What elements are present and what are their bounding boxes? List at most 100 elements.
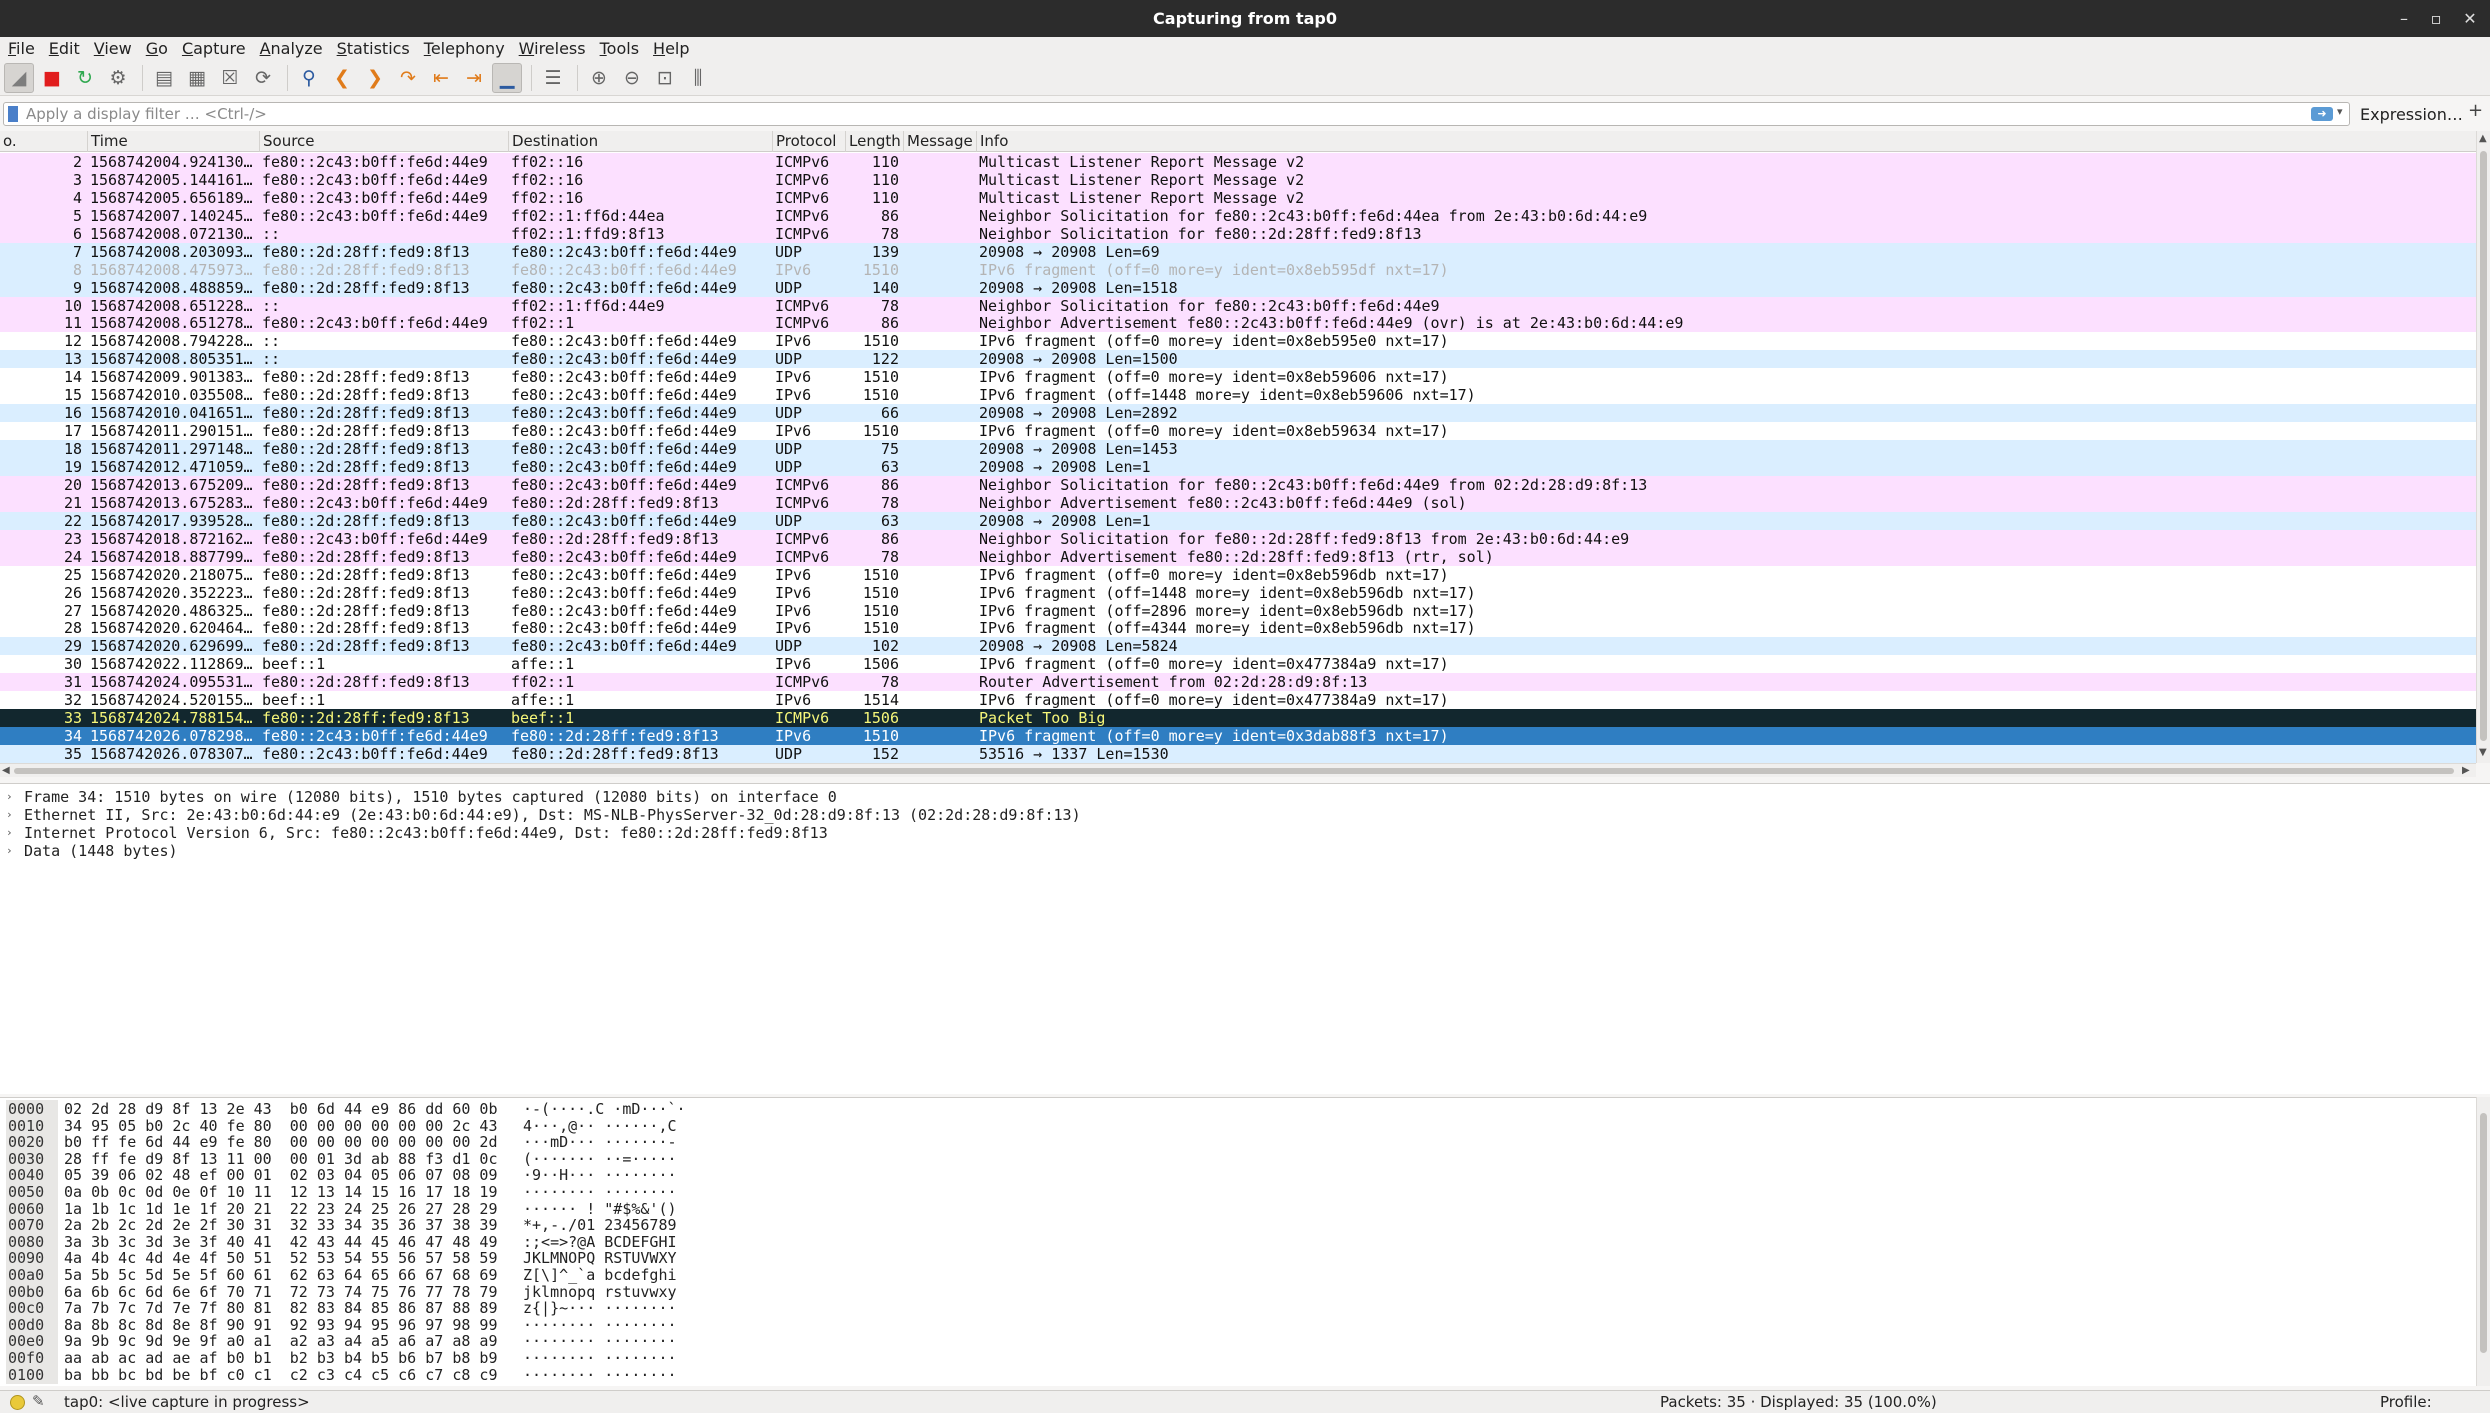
menu-item-edit[interactable]: Edit (49, 39, 80, 58)
menu-item-help[interactable]: Help (653, 39, 689, 58)
packet-list[interactable]: o. Time Source Destination Protocol Leng… (0, 131, 2476, 763)
details-tree-item[interactable]: › Frame 34: 1510 bytes on wire (12080 bit… (0, 788, 2490, 806)
packet-row[interactable]: 14 1568742009.901383… fe80::2d:28ff:fed9:8… (0, 368, 2476, 387)
packet-row[interactable]: 13 1568742008.805351…:: fe80::2c43:b0ff:fe… (0, 350, 2476, 369)
column-header-no[interactable]: o. (0, 131, 88, 152)
packet-list-hscroll-thumb[interactable] (14, 768, 2454, 774)
shark-fin-icon[interactable]: ◢ (4, 62, 34, 93)
packet-details-pane[interactable]: › Frame 34: 1510 bytes on wire (12080 bit… (0, 783, 2490, 1094)
packet-list-horizontal-scrollbar[interactable]: ◀ ▶ (0, 763, 2476, 777)
first-icon[interactable]: ⇤ (426, 63, 456, 93)
normal-size-icon[interactable]: ⊡ (650, 63, 680, 93)
packet-bytes-pane[interactable]: 0000 02 2d 28 d9 8f 13 2e 43 b0 6d 44 e9 … (0, 1097, 2476, 1386)
menu-item-file[interactable]: File (8, 39, 35, 58)
packet-row[interactable]: 26 1568742020.352223… fe80::2d:28ff:fed9:8… (0, 583, 2476, 602)
packet-row[interactable]: 6 1568742008.072130…:: ff02::1:ffd9:8f13 IC… (0, 224, 2476, 243)
stop-icon[interactable]: ■ (37, 63, 67, 93)
packet-row[interactable]: 29 1568742020.629699… fe80::2d:28ff:fed9:8… (0, 637, 2476, 656)
colorize-icon[interactable]: ☰ (538, 63, 568, 93)
packet-row[interactable]: 28 1568742020.620464… fe80::2d:28ff:fed9:8… (0, 619, 2476, 638)
packet-row[interactable]: 8 1568742008.475973… fe80::2d:28ff:fed9:8f… (0, 260, 2476, 279)
packet-row[interactable]: 24 1568742018.887799… fe80::2d:28ff:fed9:8… (0, 547, 2476, 566)
packet-row[interactable]: 32 1568742024.520155… beef::1 affe::1 IPv6 15… (0, 691, 2476, 710)
menu-item-go[interactable]: Go (146, 39, 168, 58)
save-icon[interactable]: ▦ (182, 63, 212, 93)
details-tree-item[interactable]: › Data (1448 bytes) (0, 842, 2490, 860)
forward-icon[interactable]: ❯ (360, 63, 390, 93)
profile-selector[interactable]: Profile: Default (2380, 1391, 2490, 1413)
options-icon[interactable]: ⚙ (103, 63, 133, 93)
packet-list-vertical-scrollbar[interactable]: ▲ ▼ (2476, 131, 2490, 763)
packet-list-scroll-thumb[interactable] (2480, 151, 2487, 741)
filter-bookmark-icon[interactable] (8, 106, 18, 122)
menu-item-telephony[interactable]: Telephony (424, 39, 505, 58)
bytes-pane-scrollbar[interactable] (2476, 1097, 2490, 1386)
menu-item-view[interactable]: View (94, 39, 132, 58)
packet-row[interactable]: 3 1568742005.144161… fe80::2c43:b0ff:fe6d:… (0, 170, 2476, 189)
packet-row[interactable]: 5 1568742007.140245… fe80::2c43:b0ff:fe6d:… (0, 206, 2476, 225)
add-filter-button-plus-icon[interactable]: + (2468, 100, 2483, 121)
find-icon[interactable]: ⚲ (294, 63, 324, 93)
packet-row[interactable]: 4 1568742005.656189… fe80::2c43:b0ff:fe6d:… (0, 188, 2476, 207)
packet-row[interactable]: 30 1568742022.112869… beef::1 affe::1 IPv6 15… (0, 655, 2476, 674)
column-header-info[interactable]: Info (977, 131, 2476, 152)
display-filter-input[interactable] (26, 104, 2296, 124)
expand-arrow-icon[interactable]: › (6, 824, 13, 842)
packet-row[interactable]: 20 1568742013.675209… fe80::2d:28ff:fed9:8… (0, 475, 2476, 494)
packet-row[interactable]: 35 1568742026.078307… fe80::2c43:b0ff:fe6d… (0, 745, 2476, 763)
menu-item-analyze[interactable]: Analyze (260, 39, 323, 58)
close-window-button[interactable]: ✕ (2450, 0, 2490, 37)
packet-row[interactable]: 27 1568742020.486325… fe80::2d:28ff:fed9:8… (0, 601, 2476, 620)
resize-columns-icon[interactable]: ⫼ (683, 63, 713, 93)
packet-row[interactable]: 19 1568742012.471059… fe80::2d:28ff:fed9:8… (0, 457, 2476, 476)
expression-button[interactable]: Expression… (2360, 105, 2463, 124)
reload-icon[interactable]: ⟳ (248, 63, 278, 93)
menu-item-wireless[interactable]: Wireless (519, 39, 586, 58)
back-icon[interactable]: ❮ (327, 63, 357, 93)
expand-arrow-icon[interactable]: › (6, 788, 13, 806)
packet-row[interactable]: 9 1568742008.488859… fe80::2d:28ff:fed9:8f… (0, 278, 2476, 297)
menu-item-statistics[interactable]: Statistics (337, 39, 410, 58)
packet-row[interactable]: 21 1568742013.675283… fe80::2c43:b0ff:fe6d… (0, 493, 2476, 512)
filter-history-chevron-down-icon[interactable]: ▾ (2337, 105, 2343, 118)
packet-row[interactable]: 34 1568742026.078298… fe80::2c43:b0ff:fe6d… (0, 727, 2476, 746)
column-header-protocol[interactable]: Protocol (773, 131, 846, 152)
packet-row[interactable]: 25 1568742020.218075… fe80::2d:28ff:fed9:8… (0, 565, 2476, 584)
details-tree-item[interactable]: › Internet Protocol Version 6, Src: fe80:… (0, 824, 2490, 842)
scroll-up-icon[interactable]: ▲ (2479, 133, 2487, 144)
packet-row[interactable]: 22 1568742017.939528… fe80::2d:28ff:fed9:8… (0, 511, 2476, 530)
packet-row[interactable]: 15 1568742010.035508… fe80::2d:28ff:fed9:8… (0, 386, 2476, 405)
last-icon[interactable]: ⇥ (459, 63, 489, 93)
packet-row[interactable]: 18 1568742011.297148… fe80::2d:28ff:fed9:8… (0, 440, 2476, 459)
expert-info-icon[interactable] (10, 1395, 25, 1410)
expand-arrow-icon[interactable]: › (6, 806, 13, 824)
details-tree-item[interactable]: › Ethernet II, Src: 2e:43:b0:6d:44:e9 (2e… (0, 806, 2490, 824)
column-header-destination[interactable]: Destination (509, 131, 773, 152)
packet-row[interactable]: 10 1568742008.651228…:: ff02::1:ff6d:44e9 I… (0, 296, 2476, 315)
menu-item-tools[interactable]: Tools (600, 39, 639, 58)
goto-icon[interactable]: ↷ (393, 63, 423, 93)
packet-row[interactable]: 12 1568742008.794228…:: fe80::2c43:b0ff:fe… (0, 332, 2476, 351)
expand-arrow-icon[interactable]: › (6, 842, 13, 860)
packet-row[interactable]: 16 1568742010.041651… fe80::2d:28ff:fed9:8… (0, 404, 2476, 423)
edit-comment-icon[interactable]: ✎ (32, 1392, 45, 1410)
column-header-length[interactable]: Length (846, 131, 904, 152)
packet-row[interactable]: 33 1568742024.788154… fe80::2d:28ff:fed9:8… (0, 709, 2476, 728)
scroll-right-icon[interactable]: ▶ (2462, 765, 2470, 776)
packet-row[interactable]: 31 1568742024.095531… fe80::2d:28ff:fed9:8… (0, 673, 2476, 692)
packet-row[interactable]: 7 1568742008.203093… fe80::2d:28ff:fed9:8f… (0, 242, 2476, 261)
bytes-pane-scroll-thumb[interactable] (2480, 1113, 2487, 1353)
zoom-in-icon[interactable]: ⊕ (584, 63, 614, 93)
packet-row[interactable]: 17 1568742011.290151… fe80::2d:28ff:fed9:8… (0, 422, 2476, 441)
packet-row[interactable]: 23 1568742018.872162… fe80::2c43:b0ff:fe6d… (0, 529, 2476, 548)
zoom-out-icon[interactable]: ⊖ (617, 63, 647, 93)
menu-item-capture[interactable]: Capture (182, 39, 246, 58)
scroll-down-icon[interactable]: ▼ (2479, 747, 2487, 758)
autoscroll-icon[interactable]: ▁ (492, 62, 522, 93)
close-file-icon[interactable]: ☒ (215, 63, 245, 93)
apply-filter-icon[interactable]: ➜ (2311, 107, 2333, 121)
column-header-source[interactable]: Source (260, 131, 509, 152)
restart-icon[interactable]: ↻ (70, 63, 100, 93)
packet-row[interactable]: 2 1568742004.924130… fe80::2c43:b0ff:fe6d:… (0, 153, 2476, 171)
scroll-left-icon[interactable]: ◀ (2, 765, 10, 776)
